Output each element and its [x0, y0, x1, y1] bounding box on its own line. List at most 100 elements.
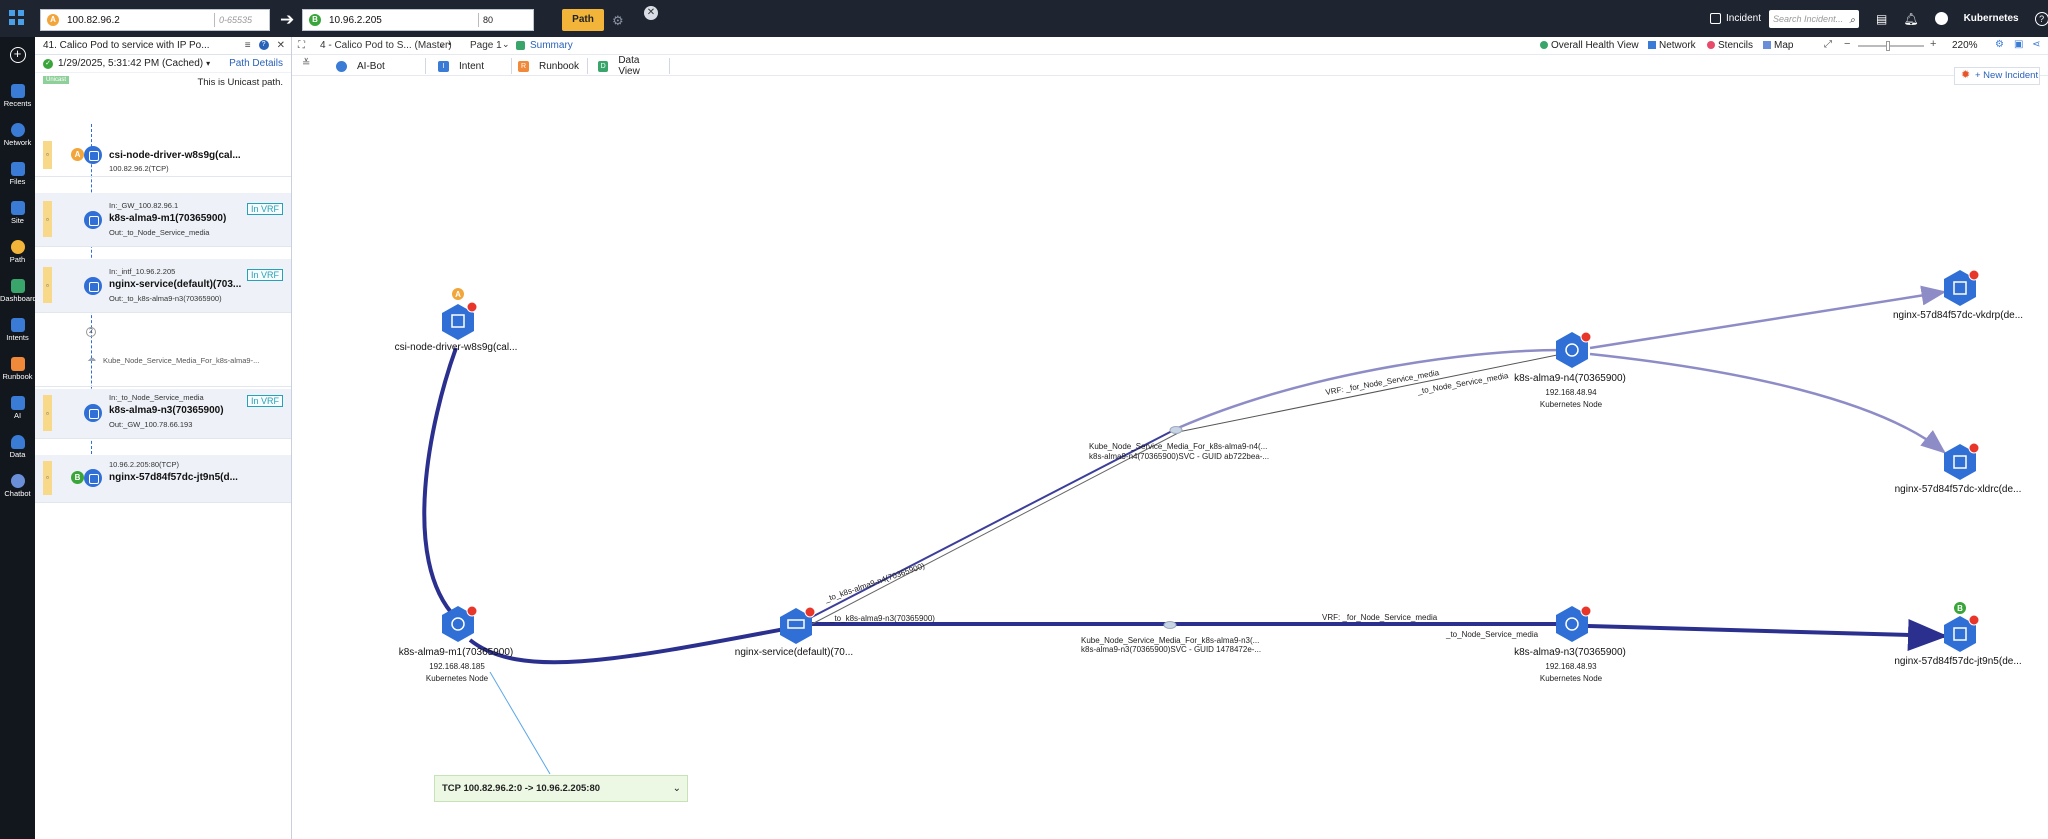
nav-files[interactable]: Files — [0, 162, 35, 186]
help-icon[interactable]: ? — [258, 40, 269, 50]
node-csi[interactable]: A csi-node-driver-w8s9g(cal... — [395, 288, 518, 353]
chat-icon[interactable]: ▤ — [1876, 12, 1887, 26]
node-m1[interactable]: k8s-alma9-m1(70365900) 192.168.48.185 Ku… — [399, 605, 514, 683]
hop-page-icon[interactable]: ▫ — [46, 150, 49, 159]
close-icon[interactable]: ✕ — [644, 6, 658, 20]
zoom-out-icon[interactable]: − — [1844, 38, 1850, 50]
chevron-down-icon[interactable]: ⌄ — [673, 776, 681, 801]
nav-chatbot[interactable]: Chatbot — [0, 474, 35, 498]
nav-site[interactable]: Site — [0, 201, 35, 225]
hop-row[interactable]: 2 ☁ Kube_Node_Service_Media_For_k8s-alma… — [35, 317, 291, 387]
nav-ai[interactable]: AI — [0, 396, 35, 420]
source-input[interactable]: A 100.82.96.2 0-65535 — [40, 9, 270, 31]
hop-name[interactable]: nginx-57d84f57dc-jt9n5(d... — [109, 472, 238, 483]
link-cloud-n4-thin[interactable] — [1177, 353, 1563, 433]
zoom-slider-handle[interactable] — [1886, 41, 1890, 51]
hop-page-icon[interactable]: ▫ — [46, 473, 49, 482]
chevron-down-icon[interactable]: ▾ — [206, 59, 210, 68]
vrf-badge[interactable]: In VRF — [246, 203, 283, 215]
node-xldrc[interactable]: nginx-57d84f57dc-xldrc(de... — [1895, 442, 2022, 495]
nav-network[interactable]: Network — [0, 123, 35, 147]
cloud-icon[interactable] — [1163, 621, 1177, 629]
bell-icon[interactable]: 🔔︎ — [1903, 12, 1918, 26]
nav-recents[interactable]: Recents — [0, 84, 35, 108]
node-n4[interactable]: k8s-alma9-n4(70365900) 192.168.48.94 Kub… — [1514, 331, 1626, 409]
map-canvas[interactable]: _to_k8s-alma9-n4(70365900) _to_k8s-alma9… — [292, 76, 2048, 839]
summary-tab[interactable]: Summary — [530, 40, 573, 51]
incident-label[interactable]: Incident — [1726, 13, 1761, 24]
timestamp[interactable]: 1/29/2025, 5:31:42 PM (Cached) — [58, 58, 203, 69]
chevron-down-icon[interactable]: ⌄ • — [438, 39, 451, 50]
hop-page-icon[interactable]: ▫ — [46, 409, 49, 418]
map-title[interactable]: 4 - Calico Pod to S... (Master) — [320, 40, 452, 51]
hop-page-icon[interactable]: ▫ — [46, 215, 49, 224]
hop-row[interactable]: ▫ In:_to_Node_Service_media k8s-alma9-n3… — [35, 389, 291, 439]
new-incident-button[interactable]: ✹ + New Incident — [1954, 67, 2040, 85]
path-details-link[interactable]: Path Details — [229, 58, 283, 69]
user-label[interactable]: Kubernetes — [1964, 13, 2019, 24]
tab-data-view[interactable]: D Data View — [584, 55, 670, 77]
nav-data[interactable]: Data — [0, 435, 35, 459]
link-csi-m1[interactable] — [422, 347, 458, 620]
hop-name[interactable]: k8s-alma9-m1(70365900) — [109, 213, 226, 224]
hop-name[interactable]: k8s-alma9-n3(70365900) — [109, 405, 224, 416]
network-button[interactable]: Network — [1659, 40, 1696, 51]
overall-health-view[interactable]: Overall Health View — [1551, 40, 1639, 51]
destination-ip[interactable]: 10.96.2.205 — [329, 15, 478, 26]
hop-row[interactable]: ▫ In:_GW_100.82.96.1 k8s-alma9-m1(703659… — [35, 193, 291, 247]
source-port-input[interactable]: 0-65535 — [215, 15, 269, 25]
hop-page-icon[interactable]: ▫ — [46, 281, 49, 290]
settings-icon[interactable]: ⚙ — [1995, 39, 2004, 50]
save-icon[interactable]: ▣ — [2014, 39, 2023, 50]
hop-name[interactable]: nginx-service(default)(703... — [109, 279, 241, 290]
menu-icon[interactable]: ≡ — [245, 40, 251, 51]
cloud-icon[interactable] — [1169, 426, 1183, 434]
plus-icon[interactable]: + — [9, 47, 26, 63]
source-ip[interactable]: 100.82.96.2 — [67, 15, 214, 26]
tab-runbook[interactable]: R Runbook — [504, 58, 588, 74]
share-icon[interactable]: ⋖ — [2032, 39, 2040, 50]
hop-row[interactable]: ▫ 10.96.2.205:80(TCP) B nginx-57d84f57dc… — [35, 455, 291, 503]
path-button[interactable]: Path — [562, 9, 604, 31]
zoom-in-icon[interactable]: + — [1930, 38, 1936, 50]
hop-row[interactable]: ▫ In:_intf_10.96.2.205 nginx-service(def… — [35, 259, 291, 313]
zoom-slider[interactable] — [1858, 45, 1924, 47]
hop-row[interactable]: ▫ A csi-node-driver-w8s9g(cal... 100.82.… — [35, 133, 291, 177]
vrf-badge[interactable]: In VRF — [246, 395, 283, 407]
nav-dashboard[interactable]: Dashboard — [0, 279, 37, 303]
help-icon[interactable]: ? — [2034, 11, 2048, 26]
nav-runbook[interactable]: Runbook — [0, 357, 35, 381]
incident-search-input[interactable]: Search Incident... ⌕ — [1769, 9, 1860, 30]
link-n4-vkdrp[interactable] — [1589, 285, 1947, 350]
close-icon[interactable]: ✕ — [277, 40, 285, 51]
gear-icon[interactable]: ⚙ — [612, 13, 624, 29]
vrf-badge[interactable]: In VRF — [246, 269, 283, 281]
hop-top-text[interactable]: Kube_Node_Service_Media_For_k8s-alma9-..… — [103, 356, 259, 365]
link-n3-jt9n5[interactable] — [1587, 618, 1948, 651]
node-n3[interactable]: k8s-alma9-n3(70365900) 192.168.48.93 Kub… — [1514, 605, 1626, 683]
zoom-level[interactable]: 220% — [1952, 40, 1978, 51]
add-button[interactable]: + — [0, 47, 35, 63]
search-icon[interactable]: ⌕ — [1849, 12, 1855, 30]
destination-input[interactable]: B 10.96.2.205 80 — [302, 9, 534, 31]
nav-intents[interactable]: Intents — [0, 318, 35, 342]
destination-port-input[interactable]: 80 — [479, 15, 533, 25]
user-icon[interactable] — [1934, 12, 1948, 25]
hop-name[interactable]: csi-node-driver-w8s9g(cal... — [109, 150, 241, 161]
app-grid-icon[interactable] — [8, 9, 26, 27]
fit-icon[interactable]: ⤢ — [1824, 39, 1832, 50]
link-n4-xldrc[interactable] — [1589, 352, 1946, 454]
chevron-down-icon[interactable]: ⌄ — [502, 39, 510, 50]
map-button[interactable]: Map — [1774, 40, 1793, 51]
page-selector[interactable]: Page 1 — [470, 40, 502, 51]
incident-icon[interactable] — [1710, 13, 1721, 24]
stencils-button[interactable]: Stencils — [1718, 40, 1753, 51]
expand-icon[interactable]: ⛶ — [298, 40, 305, 51]
nav-path[interactable]: Path — [0, 240, 35, 264]
topology-diagram[interactable]: _to_k8s-alma9-n4(70365900) _to_k8s-alma9… — [292, 76, 2048, 839]
tab-intent[interactable]: I Intent — [424, 58, 512, 74]
tcp-flow-box[interactable]: TCP 100.82.96.2:0 -> 10.96.2.205:80 ⌄ — [434, 775, 688, 802]
node-vkdrp[interactable]: nginx-57d84f57dc-vkdrp(de... — [1893, 269, 2023, 321]
link-m1-tcp[interactable] — [489, 671, 551, 775]
collapse-icon[interactable]: ≚ — [302, 58, 310, 69]
